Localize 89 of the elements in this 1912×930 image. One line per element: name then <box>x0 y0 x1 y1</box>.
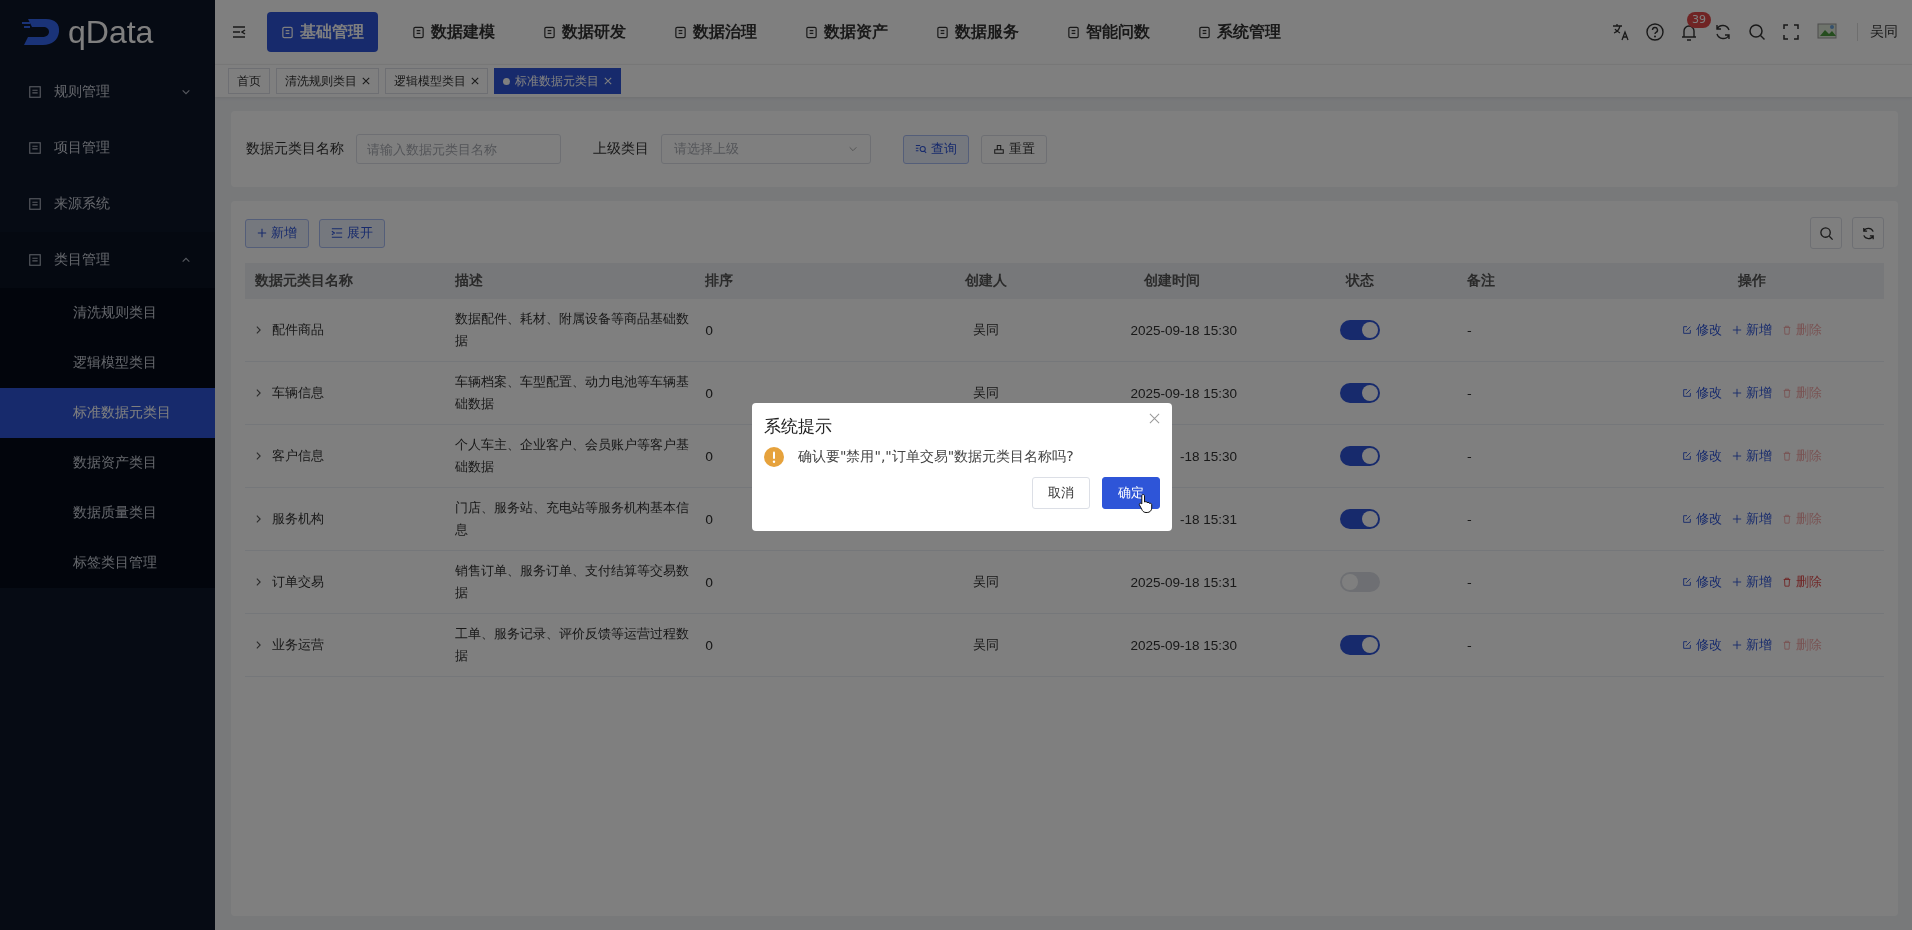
nav-tab[interactable]: 数据资产 <box>791 12 902 52</box>
table-cell: - <box>1467 322 1472 338</box>
dialog-message: 确认要"禁用","订单交易"数据元类目名称吗? <box>798 448 1074 466</box>
column-header: 备注 <box>1466 272 1496 290</box>
add-link[interactable]: 新增 <box>1732 510 1772 528</box>
table-cell: 0 <box>705 574 714 590</box>
table-cell: 0 <box>705 448 714 464</box>
sidebar-item[interactable]: 项目管理 <box>0 120 215 176</box>
edit-link[interactable]: 修改 <box>1682 384 1722 402</box>
table-cell: 客户信息 <box>272 447 324 465</box>
nav-tab[interactable]: 数据研发 <box>529 12 640 52</box>
expand-button[interactable]: 展开 <box>319 218 385 248</box>
table-cell-text: 2025-09-18 15:30 <box>1129 385 1237 401</box>
table-cell: 车辆信息 <box>272 384 324 402</box>
edit-link[interactable]: 修改 <box>1682 321 1722 339</box>
table-cell: 吴同 <box>973 321 999 339</box>
table-cell: 吴同 <box>973 573 999 591</box>
table-cell: 0 <box>705 385 714 401</box>
add-link[interactable]: 新增 <box>1732 573 1772 591</box>
add-button[interactable]: 新增 <box>245 218 309 248</box>
column-header: 操作 <box>1737 272 1767 290</box>
table-cell: 0 <box>705 637 714 653</box>
table-cell: 吴同 <box>973 636 999 654</box>
page-tab[interactable]: 首页 <box>228 68 270 94</box>
nav-tab[interactable]: 智能问数 <box>1053 12 1164 52</box>
table-cell-text: 门店、服务站、充电站等服务机构基本信息 <box>455 499 690 539</box>
table-cell: 0 <box>705 322 714 338</box>
table-cell-text: 车辆档案、车型配置、动力电池等车辆基础数据 <box>455 373 690 413</box>
table-cell-text: 2025-09-18 15:30 <box>1129 637 1237 653</box>
nav-tab[interactable]: 数据建模 <box>398 12 509 52</box>
table-cell-text: 工单、服务记录、评价反馈等运营过程数据 <box>455 625 690 665</box>
nav-tab[interactable]: 数据服务 <box>922 12 1033 52</box>
edit-link[interactable]: 修改 <box>1682 447 1722 465</box>
sidebar-subitem[interactable]: 清洗规则类目 <box>0 288 215 338</box>
table-cell-text: 2025-09-18 15:30 <box>1129 322 1237 338</box>
table-cell: - <box>1467 385 1472 401</box>
table-cell: - <box>1467 448 1472 464</box>
sidebar-item[interactable]: 规则管理 <box>0 64 215 120</box>
table-cell-text: -18 15:30 <box>1178 448 1237 464</box>
column-header: 状态 <box>1344 272 1375 290</box>
edit-link[interactable]: 修改 <box>1682 636 1722 654</box>
table-cell: - <box>1467 637 1472 653</box>
table-cell: 业务运营 <box>272 636 324 654</box>
column-header: 数据元类目名称 <box>254 272 354 290</box>
sidebar-item[interactable]: 来源系统 <box>0 176 215 232</box>
table-cell-text: 个人车主、企业客户、会员账户等客户基础数据 <box>455 436 690 476</box>
table-cell: 服务机构 <box>272 510 324 528</box>
cancel-button[interactable]: 取消 <box>1032 477 1090 509</box>
add-link[interactable]: 新增 <box>1732 321 1772 339</box>
search-button[interactable]: 查询 <box>903 134 969 164</box>
table-cell: 配件商品 <box>272 321 324 339</box>
sidebar-subitem[interactable]: 数据质量类目 <box>0 488 215 538</box>
reset-button[interactable]: 重置 <box>981 134 1047 164</box>
add-link[interactable]: 新增 <box>1732 636 1772 654</box>
table-cell: 订单交易 <box>272 573 324 591</box>
edit-link[interactable]: 修改 <box>1682 510 1722 528</box>
add-link[interactable]: 新增 <box>1732 384 1772 402</box>
column-header: 创建人 <box>964 272 1008 290</box>
table-cell-text: 数据配件、耗材、附属设备等商品基础数据 <box>455 310 690 350</box>
logo-text: qData <box>68 13 154 51</box>
dialog-title: 系统提示 <box>764 415 832 438</box>
add-link[interactable]: 新增 <box>1732 447 1772 465</box>
sidebar-subitem[interactable]: 标准数据元类目 <box>0 388 215 438</box>
notification-badge: 39 <box>1687 12 1711 28</box>
table-cell: - <box>1467 574 1472 590</box>
column-header: 创建时间 <box>1143 272 1201 290</box>
page-tab[interactable]: 逻辑模型类目 <box>385 68 488 94</box>
table-cell: 吴同 <box>973 384 999 402</box>
page-tab[interactable]: 标准数据元类目 <box>494 68 621 94</box>
field-label: 数据元类目名称 <box>246 140 344 158</box>
sidebar-subitem[interactable]: 数据资产类目 <box>0 438 215 488</box>
page-tab[interactable]: 清洗规则类目 <box>276 68 379 94</box>
table-cell: 0 <box>705 511 714 527</box>
nav-tab[interactable]: 基础管理 <box>267 12 378 52</box>
column-header: 排序 <box>704 272 734 290</box>
table-cell: - <box>1467 511 1472 527</box>
sidebar-subitem[interactable]: 标签类目管理 <box>0 538 215 588</box>
table-cell-text: -18 15:31 <box>1178 511 1237 527</box>
field-label: 上级类目 <box>593 140 649 158</box>
delete-link[interactable]: 删除 <box>1782 573 1822 591</box>
column-header: 描述 <box>454 272 484 290</box>
user-name[interactable]: 吴同 <box>1857 23 1898 41</box>
confirm-button[interactable]: 确定 <box>1102 477 1160 509</box>
nav-tab[interactable]: 系统管理 <box>1184 12 1295 52</box>
table-cell-text: 销售订单、服务订单、支付结算等交易数据 <box>455 562 690 602</box>
edit-link[interactable]: 修改 <box>1682 573 1722 591</box>
nav-tab[interactable]: 数据治理 <box>660 12 771 52</box>
table-cell-text: 2025-09-18 15:31 <box>1129 574 1237 590</box>
sidebar-subitem[interactable]: 逻辑模型类目 <box>0 338 215 388</box>
